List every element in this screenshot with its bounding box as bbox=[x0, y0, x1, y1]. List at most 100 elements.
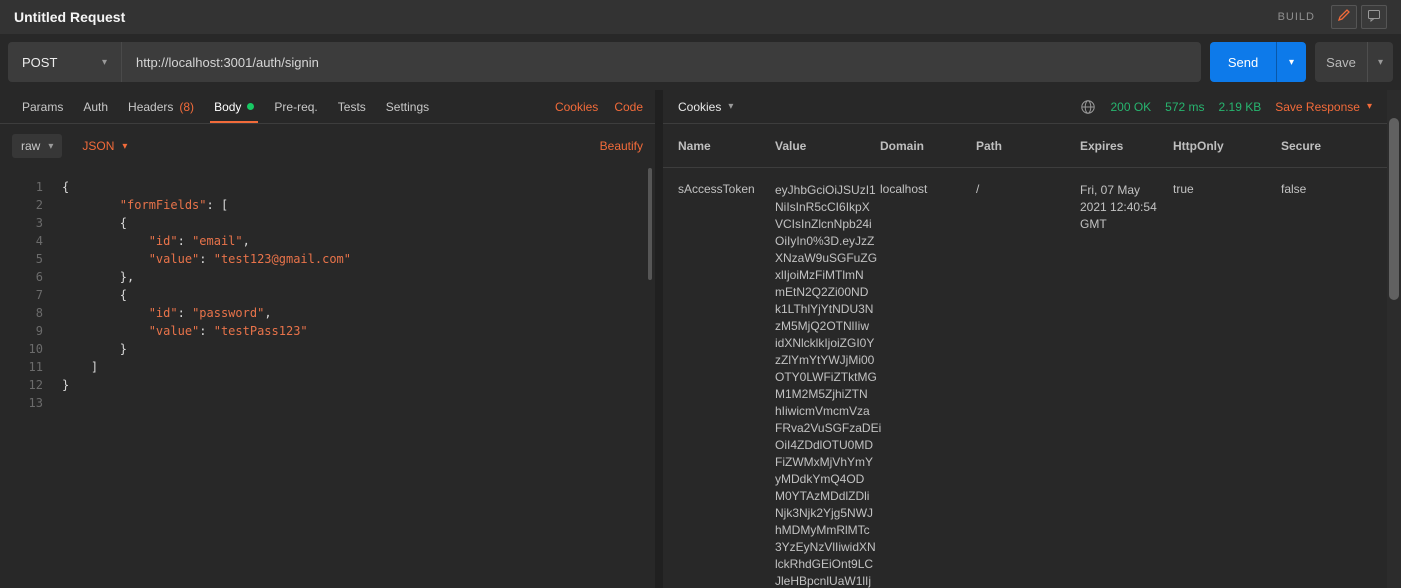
tab-auth[interactable]: Auth bbox=[73, 90, 118, 123]
tab-params[interactable]: Params bbox=[12, 90, 73, 123]
cookie-value-line: M0YTAzMDdlZDli bbox=[775, 488, 872, 505]
body-subtoolbar: raw ▾ JSON ▾ Beautify bbox=[0, 124, 655, 168]
cookie-value-line: VCIsInZlcnNpb24i bbox=[775, 216, 872, 233]
line-text: { bbox=[43, 178, 69, 196]
cookie-value-line: M1M2M5ZjhiZTN bbox=[775, 386, 872, 403]
cookie-value-line: hIiwicmVmcmVza bbox=[775, 403, 872, 420]
line-number: 13 bbox=[0, 394, 43, 412]
code-line[interactable]: 1{ bbox=[0, 178, 655, 196]
cookie-value-line: OiIyIn0%3D.eyJzZ bbox=[775, 233, 872, 250]
cookie-row[interactable]: sAccessToken eyJhbGciOiJSUzI1NiIsInR5cCI… bbox=[663, 168, 1387, 588]
code-link[interactable]: Code bbox=[614, 100, 643, 114]
cookie-value-line: idXNlcklkIjoiZGI0Y bbox=[775, 335, 872, 352]
code-line[interactable]: 6 }, bbox=[0, 268, 655, 286]
comment-button[interactable] bbox=[1361, 5, 1387, 29]
url-input[interactable] bbox=[122, 42, 1201, 82]
code-line[interactable]: 11 ] bbox=[0, 358, 655, 376]
code-line[interactable]: 3 { bbox=[0, 214, 655, 232]
chevron-down-icon: ▾ bbox=[122, 141, 127, 152]
save-response-label: Save Response bbox=[1275, 100, 1360, 114]
code-line[interactable]: 4 "id": "email", bbox=[0, 232, 655, 250]
send-options-chevron-icon[interactable]: ▾ bbox=[1276, 42, 1306, 82]
line-number: 1 bbox=[0, 178, 43, 196]
line-text: "id": "password", bbox=[43, 304, 272, 322]
cookies-link[interactable]: Cookies bbox=[555, 100, 598, 114]
cookie-value-line: 3YzEyNzVlIiwidXN bbox=[775, 539, 872, 556]
code-line[interactable]: 13 bbox=[0, 394, 655, 412]
cookie-value-line: lckRhdGEiOnt9LC bbox=[775, 556, 872, 573]
url-group: POST ▾ bbox=[8, 42, 1201, 82]
code-line[interactable]: 2 "formFields": [ bbox=[0, 196, 655, 214]
cookie-value-line: hMDMyMmRlMTc bbox=[775, 522, 872, 539]
cookie-value-line: zZlYmYtYWJjMi00 bbox=[775, 352, 872, 369]
save-split-button: Save ▾ bbox=[1315, 42, 1393, 82]
method-label: POST bbox=[22, 55, 57, 70]
tab-headers[interactable]: Headers(8) bbox=[118, 90, 204, 123]
top-bar: Untitled Request BUILD bbox=[0, 0, 1401, 34]
build-label: BUILD bbox=[1278, 11, 1315, 23]
save-button[interactable]: Save bbox=[1315, 42, 1367, 82]
chevron-down-icon: ▾ bbox=[102, 57, 107, 68]
tab-settings[interactable]: Settings bbox=[376, 90, 439, 123]
cookie-secure-cell: false bbox=[1281, 182, 1387, 196]
response-scrollbar[interactable] bbox=[1387, 90, 1401, 588]
tab-label: Auth bbox=[83, 100, 108, 114]
save-options-chevron-icon[interactable]: ▾ bbox=[1367, 42, 1393, 82]
cookie-value-line: yMDdkYmQ4OD bbox=[775, 471, 872, 488]
cookie-domain-cell: localhost bbox=[880, 182, 976, 196]
response-cookies-select[interactable]: Cookies ▾ bbox=[678, 100, 733, 114]
scrollbar-thumb[interactable] bbox=[1389, 118, 1399, 300]
line-number: 3 bbox=[0, 214, 43, 232]
code-line[interactable]: 7 { bbox=[0, 286, 655, 304]
cookie-value-line: JleHBpcnlUaW1lIj bbox=[775, 573, 872, 588]
code-line[interactable]: 10 } bbox=[0, 340, 655, 358]
line-text: "id": "email", bbox=[43, 232, 250, 250]
line-number: 2 bbox=[0, 196, 43, 214]
editor-scrollbar[interactable] bbox=[648, 168, 652, 280]
line-text: "value": "test123@gmail.com" bbox=[43, 250, 351, 268]
code-line[interactable]: 5 "value": "test123@gmail.com" bbox=[0, 250, 655, 268]
response-cookies-label: Cookies bbox=[678, 100, 721, 114]
code-line[interactable]: 9 "value": "testPass123" bbox=[0, 322, 655, 340]
tab-label: Pre-req. bbox=[274, 100, 317, 114]
send-button[interactable]: Send bbox=[1210, 42, 1276, 82]
cookies-table: NameValueDomainPathExpiresHttpOnlySecure… bbox=[663, 124, 1387, 588]
cookie-value-line: OiI4ZDdlOTU0MD bbox=[775, 437, 872, 454]
column-header-secure: Secure bbox=[1281, 139, 1387, 153]
tab-body[interactable]: Body bbox=[204, 90, 264, 123]
body-language-select[interactable]: JSON ▾ bbox=[82, 139, 127, 153]
cookie-httponly-cell: true bbox=[1173, 182, 1281, 196]
tab-tests[interactable]: Tests bbox=[328, 90, 376, 123]
column-header-httponly: HttpOnly bbox=[1173, 139, 1281, 153]
tab-pre-req[interactable]: Pre-req. bbox=[264, 90, 327, 123]
edit-request-button[interactable] bbox=[1331, 5, 1357, 29]
cookie-value-line: OTY0LWFiZTktMG bbox=[775, 369, 872, 386]
top-bar-actions: BUILD bbox=[1278, 5, 1387, 29]
save-response-button[interactable]: Save Response ▾ bbox=[1275, 100, 1372, 114]
comment-icon bbox=[1367, 8, 1381, 27]
globe-icon[interactable] bbox=[1080, 99, 1096, 115]
tab-label: Body bbox=[214, 100, 241, 114]
line-number: 7 bbox=[0, 286, 43, 304]
line-number: 8 bbox=[0, 304, 43, 322]
chevron-down-icon: ▾ bbox=[728, 101, 733, 112]
method-select[interactable]: POST ▾ bbox=[8, 42, 122, 82]
column-header-path: Path bbox=[976, 139, 1080, 153]
beautify-link[interactable]: Beautify bbox=[600, 139, 643, 153]
line-text: } bbox=[43, 376, 69, 394]
cookie-value-line: eyJhbGciOiJSUzI1 bbox=[775, 182, 872, 199]
tab-label: Tests bbox=[338, 100, 366, 114]
body-mode-select[interactable]: raw ▾ bbox=[12, 134, 62, 158]
tab-label: Params bbox=[22, 100, 63, 114]
column-header-name: Name bbox=[678, 139, 775, 153]
response-size: 2.19 KB bbox=[1219, 100, 1262, 114]
cookie-value-line: FiZWMxMjVhYmY bbox=[775, 454, 872, 471]
line-number: 11 bbox=[0, 358, 43, 376]
code-editor[interactable]: 1{2 "formFields": [3 {4 "id": "email",5 … bbox=[0, 168, 655, 588]
code-line[interactable]: 8 "id": "password", bbox=[0, 304, 655, 322]
line-text bbox=[43, 394, 62, 412]
code-line[interactable]: 12} bbox=[0, 376, 655, 394]
response-time: 572 ms bbox=[1165, 100, 1204, 114]
pane-divider[interactable] bbox=[655, 90, 663, 588]
line-number: 10 bbox=[0, 340, 43, 358]
